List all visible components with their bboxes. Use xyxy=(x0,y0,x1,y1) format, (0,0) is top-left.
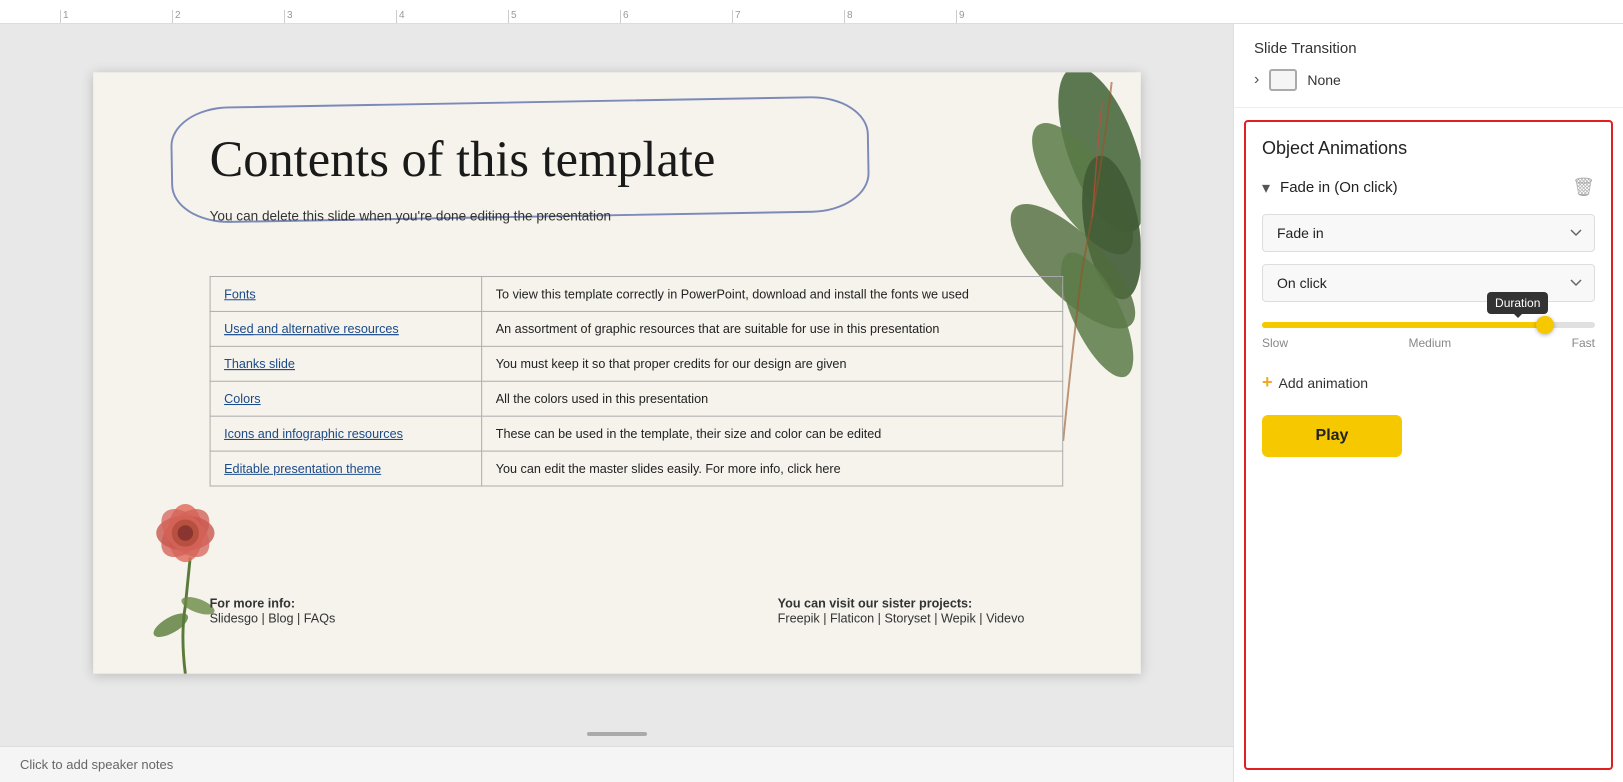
add-icon: + xyxy=(1262,372,1273,393)
object-animations-title: Object Animations xyxy=(1262,138,1595,159)
table-cell-col1: Fonts xyxy=(210,276,482,311)
animation-item-name: Fade in (On click) xyxy=(1280,179,1572,196)
slider-fill xyxy=(1262,322,1545,328)
table-cell-col1: Editable presentation theme xyxy=(210,451,482,486)
footer-left-links: Slidesgo | Blog | FAQs xyxy=(209,611,335,626)
fast-label: Fast xyxy=(1572,336,1595,350)
table-row: Colors All the colors used in this prese… xyxy=(210,381,1063,416)
play-button[interactable]: Play xyxy=(1262,415,1402,457)
table-row: Fonts To view this template correctly in… xyxy=(210,276,1063,311)
object-animations-panel: Object Animations ▾ Fade in (On click) 🗑… xyxy=(1244,120,1613,770)
slide-title: Contents of this template xyxy=(190,111,966,201)
ruler-mark-1: 1 xyxy=(60,10,172,23)
table-cell-col2: These can be used in the template, their… xyxy=(481,416,1062,451)
footer-left: For more info: Slidesgo | Blog | FAQs xyxy=(209,596,335,625)
slide-transition-section: Slide Transition › None xyxy=(1234,24,1623,108)
duration-tooltip: Duration xyxy=(1487,292,1548,314)
footer-right-label: You can visit our sister projects: xyxy=(777,596,972,611)
table-row: Used and alternative resources An assort… xyxy=(210,311,1063,346)
slide-subtitle: You can delete this slide when you're do… xyxy=(190,208,966,224)
table-cell-col2: You can edit the master slides easily. F… xyxy=(481,451,1062,486)
main-layout: Contents of this template You can delete… xyxy=(0,24,1623,782)
table-row: Icons and infographic resources These ca… xyxy=(210,416,1063,451)
delete-animation-icon[interactable]: 🗑 xyxy=(1572,177,1595,198)
slow-label: Slow xyxy=(1262,336,1288,350)
table-cell-col1: Used and alternative resources xyxy=(210,311,482,346)
table-cell-col1: Colors xyxy=(210,381,482,416)
transition-row: › None xyxy=(1254,69,1603,91)
ruler-mark-9: 9 xyxy=(956,10,1068,23)
add-animation-label: Add animation xyxy=(1279,375,1369,391)
animation-chevron-icon[interactable]: ▾ xyxy=(1262,178,1270,198)
table-cell-col1: Thanks slide xyxy=(210,346,482,381)
slide-transition-title: Slide Transition xyxy=(1254,40,1603,57)
ruler-mark-6: 6 xyxy=(620,10,732,23)
table-row: Editable presentation theme You can edit… xyxy=(210,451,1063,486)
ruler-mark-8: 8 xyxy=(844,10,956,23)
chevron-right-icon[interactable]: › xyxy=(1254,71,1259,89)
add-animation-button[interactable]: + Add animation xyxy=(1262,366,1595,399)
ruler-mark-5: 5 xyxy=(508,10,620,23)
scroll-thumb xyxy=(587,732,647,736)
ruler-mark-7: 7 xyxy=(732,10,844,23)
ruler-mark-3: 3 xyxy=(284,10,396,23)
speaker-notes-placeholder: Click to add speaker notes xyxy=(20,757,173,772)
table-cell-col2: You must keep it so that proper credits … xyxy=(481,346,1062,381)
speaker-notes[interactable]: Click to add speaker notes xyxy=(0,746,1233,782)
slide-table: Fonts To view this template correctly in… xyxy=(209,276,1063,486)
slider-track: Duration xyxy=(1262,322,1595,328)
table-cell-col2: An assortment of graphic resources that … xyxy=(481,311,1062,346)
table-cell-col2: All the colors used in this presentation xyxy=(481,381,1062,416)
animation-item: ▾ Fade in (On click) 🗑 xyxy=(1262,177,1595,198)
ruler: 1 2 3 4 5 6 7 8 9 xyxy=(0,0,1623,24)
slide-footer: For more info: Slidesgo | Blog | FAQs Yo… xyxy=(209,596,1024,625)
effect-dropdown[interactable]: Fade in Fly in Zoom in Bounce xyxy=(1262,214,1595,252)
duration-slider-section: Duration Slow Medium Fast xyxy=(1262,322,1595,350)
table-cell-col1: Icons and infographic resources xyxy=(210,416,482,451)
footer-right-links: Freepik | Flaticon | Storyset | Wepik | … xyxy=(777,611,1024,626)
ruler-mark-2: 2 xyxy=(172,10,284,23)
slider-thumb xyxy=(1536,316,1554,334)
table-row: Thanks slide You must keep it so that pr… xyxy=(210,346,1063,381)
canvas-area: Contents of this template You can delete… xyxy=(0,24,1233,782)
flower-decoration-bottom-left xyxy=(122,480,238,674)
slide[interactable]: Contents of this template You can delete… xyxy=(93,72,1141,673)
scroll-indicator xyxy=(0,722,1233,746)
transition-icon xyxy=(1269,69,1297,91)
slide-title-box: Contents of this template You can delete… xyxy=(190,111,966,224)
table-cell-col2: To view this template correctly in Power… xyxy=(481,276,1062,311)
transition-value: None xyxy=(1307,72,1340,88)
slider-labels: Slow Medium Fast xyxy=(1262,336,1595,350)
canvas-wrapper: Contents of this template You can delete… xyxy=(0,24,1233,722)
ruler-marks: 1 2 3 4 5 6 7 8 9 xyxy=(60,10,1068,23)
medium-label: Medium xyxy=(1408,336,1451,350)
ruler-mark-4: 4 xyxy=(396,10,508,23)
right-panel: Slide Transition › None Object Animation… xyxy=(1233,24,1623,782)
footer-left-label: For more info: xyxy=(209,596,294,611)
footer-right: You can visit our sister projects: Freep… xyxy=(777,596,1024,625)
